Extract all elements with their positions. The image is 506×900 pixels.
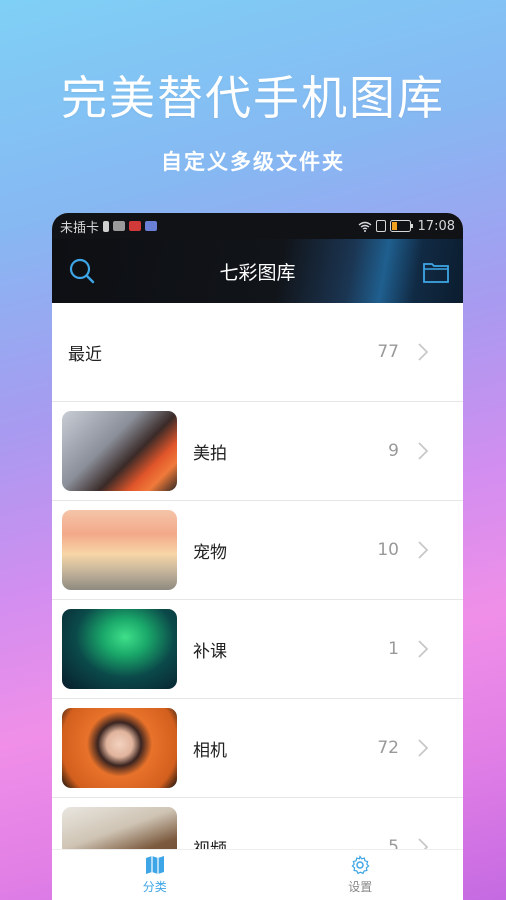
album-list: 最近 77 美拍 9 宠物 10 补课 1 相机 72 5 bbox=[52, 303, 463, 897]
folder-icon[interactable] bbox=[423, 261, 449, 283]
chevron-right-icon bbox=[418, 442, 429, 460]
album-name: 美拍 bbox=[193, 443, 227, 464]
gear-icon bbox=[351, 855, 370, 875]
carrier-text: 未插卡 bbox=[60, 220, 100, 236]
chevron-right-icon bbox=[418, 343, 429, 361]
album-row-tutoring[interactable]: 补课 1 bbox=[52, 600, 463, 699]
chevron-right-icon bbox=[418, 739, 429, 757]
tab-label: 分类 bbox=[142, 880, 167, 894]
tab-settings[interactable]: 设置 bbox=[258, 850, 464, 900]
album-row-recent[interactable]: 最近 77 bbox=[52, 303, 463, 402]
promo-headline: 完美替代手机图库 bbox=[61, 71, 445, 125]
chevron-right-icon bbox=[418, 640, 429, 658]
album-count: 9 bbox=[388, 441, 399, 461]
selfie-thumbnail bbox=[62, 708, 177, 788]
album-count: 77 bbox=[377, 342, 399, 362]
alert-icon bbox=[375, 220, 386, 232]
clock: 17:08 bbox=[417, 218, 455, 234]
map-icon bbox=[145, 856, 164, 874]
aurora-thumbnail bbox=[62, 609, 177, 689]
calendar-icon bbox=[129, 221, 142, 231]
app-title: 七彩图库 bbox=[219, 261, 296, 284]
album-count: 72 bbox=[377, 738, 399, 758]
app-notify-icon bbox=[145, 221, 158, 231]
album-row-camera[interactable]: 相机 72 bbox=[52, 699, 463, 798]
album-row-meipai[interactable]: 美拍 9 bbox=[52, 402, 463, 501]
bottom-tab-bar: 分类 设置 bbox=[52, 849, 463, 900]
album-count: 1 bbox=[388, 639, 399, 659]
phone-screen: 未插卡 17:08 七彩图库 最近 77 美拍 9 宠物 10 补课 1 相机 … bbox=[52, 213, 463, 900]
sunset-thumbnail bbox=[62, 510, 177, 590]
tab-label: 设置 bbox=[348, 880, 373, 894]
search-icon[interactable] bbox=[68, 257, 96, 285]
lava-thumbnail bbox=[62, 411, 177, 491]
album-count: 10 bbox=[377, 540, 399, 560]
album-row-pets[interactable]: 宠物 10 bbox=[52, 501, 463, 600]
battery-icon bbox=[389, 220, 413, 232]
status-bar: 未插卡 17:08 bbox=[52, 213, 463, 239]
tab-category[interactable]: 分类 bbox=[52, 850, 258, 900]
wifi-icon bbox=[358, 221, 371, 232]
huawei-icon bbox=[113, 221, 126, 231]
album-name: 最近 bbox=[68, 344, 102, 365]
app-bar: 七彩图库 bbox=[52, 239, 463, 303]
album-name: 相机 bbox=[193, 740, 227, 761]
sim-icon bbox=[103, 220, 110, 232]
album-name: 补课 bbox=[193, 641, 227, 662]
chevron-right-icon bbox=[418, 541, 429, 559]
album-name: 宠物 bbox=[193, 542, 227, 563]
promo-subline: 自定义多级文件夹 bbox=[161, 150, 345, 174]
